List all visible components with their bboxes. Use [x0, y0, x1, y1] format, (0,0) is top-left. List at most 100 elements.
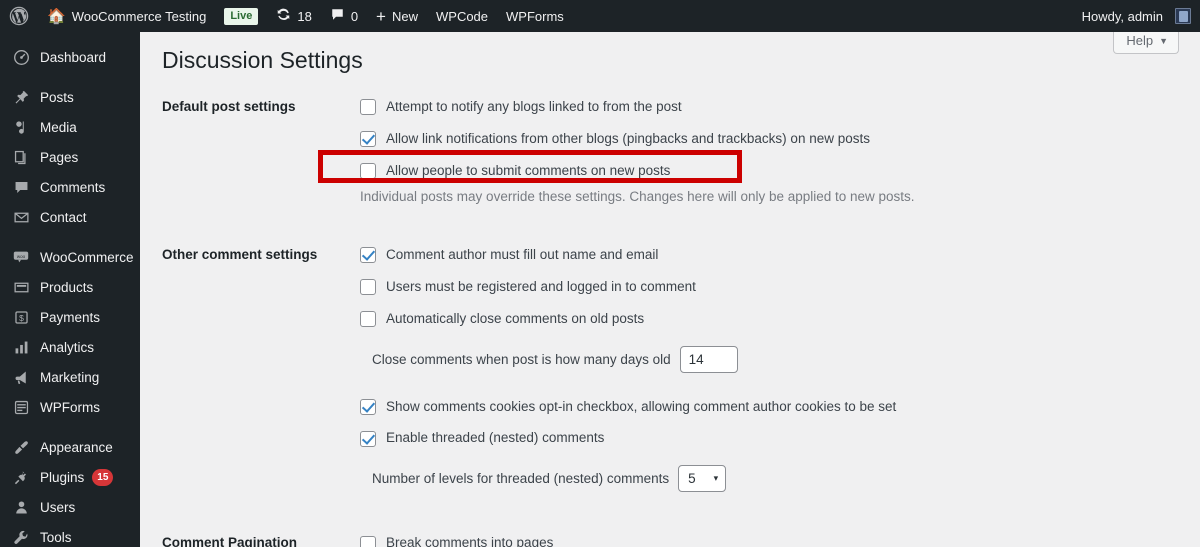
sidebar-item-plugins[interactable]: Plugins 15 — [0, 462, 140, 492]
option-allow-pingbacks[interactable]: Allow link notifications from other blog… — [360, 130, 1162, 149]
howdy-label: Howdy, admin — [1081, 8, 1163, 24]
option-threaded-comments[interactable]: Enable threaded (nested) comments — [360, 429, 1162, 448]
sidebar-item-label: Dashboard — [40, 49, 107, 65]
sidebar-item-dashboard[interactable]: Dashboard — [0, 42, 140, 72]
sidebar-item-analytics[interactable]: Analytics — [0, 332, 140, 362]
other-comment-settings-heading: Other comment settings — [162, 246, 318, 262]
wpforms-menu[interactable]: WPForms — [497, 0, 573, 32]
live-status[interactable]: Live — [215, 0, 267, 32]
new-content-menu[interactable]: + New — [367, 0, 427, 32]
wpcode-menu[interactable]: WPCode — [427, 0, 497, 32]
help-tab-button[interactable]: Help ▼ — [1113, 32, 1179, 54]
sidebar-item-users[interactable]: Users — [0, 492, 140, 522]
mail-icon — [11, 207, 31, 227]
checkbox-auto-close-comments[interactable] — [360, 311, 376, 328]
sidebar-item-label: Users — [40, 499, 76, 515]
sidebar-item-label: Media — [40, 119, 77, 135]
sidebar-item-wpforms[interactable]: WPForms — [0, 392, 140, 422]
menu-separator — [0, 422, 140, 432]
sidebar-item-woocommerce[interactable]: woo WooCommerce — [0, 242, 140, 272]
comments-menu[interactable]: 0 — [321, 0, 367, 32]
sidebar-item-label: Payments — [40, 309, 101, 325]
checkbox-allow-pingbacks[interactable] — [360, 131, 376, 148]
sidebar-item-label: Marketing — [40, 369, 100, 385]
sidebar-item-payments[interactable]: $ Payments — [0, 302, 140, 332]
checkbox-label: Attempt to notify any blogs linked to fr… — [386, 99, 682, 114]
sidebar-item-label: Appearance — [40, 439, 113, 455]
checkbox-cookies-optin[interactable] — [360, 399, 376, 416]
checkbox-notify-linked-blogs[interactable] — [360, 99, 376, 116]
home-icon: 🏠 — [47, 7, 66, 25]
default-post-settings-helper: Individual posts may override these sett… — [360, 188, 915, 204]
sidebar-item-comments[interactable]: Comments — [0, 172, 140, 202]
media-icon — [11, 117, 31, 137]
sidebar-item-label: Posts — [40, 89, 74, 105]
discussion-settings-form: Default post settings Attempt to notify … — [162, 90, 1162, 547]
option-cookies-optin[interactable]: Show comments cookies opt-in checkbox, a… — [360, 398, 1162, 417]
dashboard-icon — [11, 47, 31, 67]
checkbox-label: Allow link notifications from other blog… — [386, 130, 870, 146]
live-badge: Live — [224, 7, 259, 25]
thread-levels-value: 5 — [688, 471, 696, 487]
sidebar-item-appearance[interactable]: Appearance — [0, 432, 140, 462]
checkbox-require-registration[interactable] — [360, 279, 376, 296]
sidebar-item-posts[interactable]: Posts — [0, 82, 140, 112]
wordpress-logo-menu[interactable] — [0, 0, 38, 32]
sidebar-item-media[interactable]: Media — [0, 112, 140, 142]
checkbox-allow-comments[interactable] — [360, 163, 376, 180]
checkbox-break-comments-pages[interactable] — [360, 535, 376, 547]
admin-sidebar-menu: Dashboard Posts Media Pages Comments Con… — [0, 32, 140, 547]
megaphone-icon — [11, 367, 31, 387]
content-area: Help ▼ Discussion Settings Default post s… — [140, 32, 1200, 547]
checkbox-label: Comment author must fill out name and em… — [386, 246, 659, 262]
woocommerce-icon: woo — [11, 247, 31, 267]
sidebar-item-label: WooCommerce — [40, 249, 134, 265]
new-label: New — [391, 8, 418, 24]
pages-icon — [11, 147, 31, 167]
sidebar-item-tools[interactable]: Tools — [0, 522, 140, 547]
svg-text:$: $ — [19, 312, 24, 322]
updates-menu[interactable]: 18 — [267, 0, 320, 32]
sidebar-item-contact[interactable]: Contact — [0, 202, 140, 232]
chevron-down-icon: ▼ — [1159, 36, 1168, 46]
sidebar-item-label: Analytics — [40, 339, 95, 355]
option-break-comments-pages[interactable]: Break comments into pages — [360, 534, 1162, 547]
comment-icon — [11, 177, 31, 197]
checkbox-label: Allow people to submit comments on new p… — [386, 162, 671, 178]
close-comments-days-input[interactable]: 14 — [679, 345, 738, 373]
comment-bubble-icon — [330, 7, 345, 25]
products-icon — [11, 277, 31, 297]
my-account-menu[interactable]: Howdy, admin — [1073, 0, 1200, 32]
option-allow-comments[interactable]: Allow people to submit comments on new p… — [360, 162, 1162, 181]
checkbox-label: Users must be registered and logged in t… — [386, 278, 696, 294]
default-post-settings-heading: Default post settings — [162, 99, 296, 114]
menu-separator — [0, 72, 140, 82]
updates-icon — [276, 7, 291, 25]
option-notify-linked-blogs[interactable]: Attempt to notify any blogs linked to fr… — [360, 98, 1162, 117]
sidebar-item-products[interactable]: Products — [0, 272, 140, 302]
page-title: Discussion Settings — [162, 47, 363, 73]
checkbox-threaded-comments[interactable] — [360, 430, 376, 447]
site-name-label: WooCommerce Testing — [71, 8, 207, 24]
option-auto-close-comments[interactable]: Automatically close comments on old post… — [360, 310, 1162, 329]
thread-levels-label: Number of levels for threaded (nested) c… — [372, 471, 670, 487]
sidebar-item-label: Tools — [40, 529, 72, 545]
thread-levels-select[interactable]: 5 ▾ — [678, 465, 727, 493]
sidebar-item-marketing[interactable]: Marketing — [0, 362, 140, 392]
menu-separator — [0, 32, 140, 42]
option-require-registration[interactable]: Users must be registered and logged in t… — [360, 278, 1162, 297]
sidebar-item-label: Pages — [40, 149, 79, 165]
other-comment-settings-fields: Comment author must fill out name and em… — [360, 238, 1162, 493]
wpforms-label: WPForms — [506, 8, 564, 24]
option-author-name-email[interactable]: Comment author must fill out name and em… — [360, 246, 1162, 265]
close-comments-days-label: Close comments when post is how many day… — [372, 351, 671, 367]
updates-count: 18 — [297, 8, 312, 24]
comments-count: 0 — [350, 8, 359, 24]
help-label: Help — [1126, 33, 1154, 48]
wpcode-label: WPCode — [436, 8, 489, 24]
plus-icon: + — [376, 6, 386, 26]
admin-page: 🏠 WooCommerce Testing Live 18 0 + New WP… — [0, 0, 1200, 547]
site-name-menu[interactable]: 🏠 WooCommerce Testing — [38, 0, 215, 32]
sidebar-item-pages[interactable]: Pages — [0, 142, 140, 172]
checkbox-author-name-email[interactable] — [360, 247, 376, 264]
